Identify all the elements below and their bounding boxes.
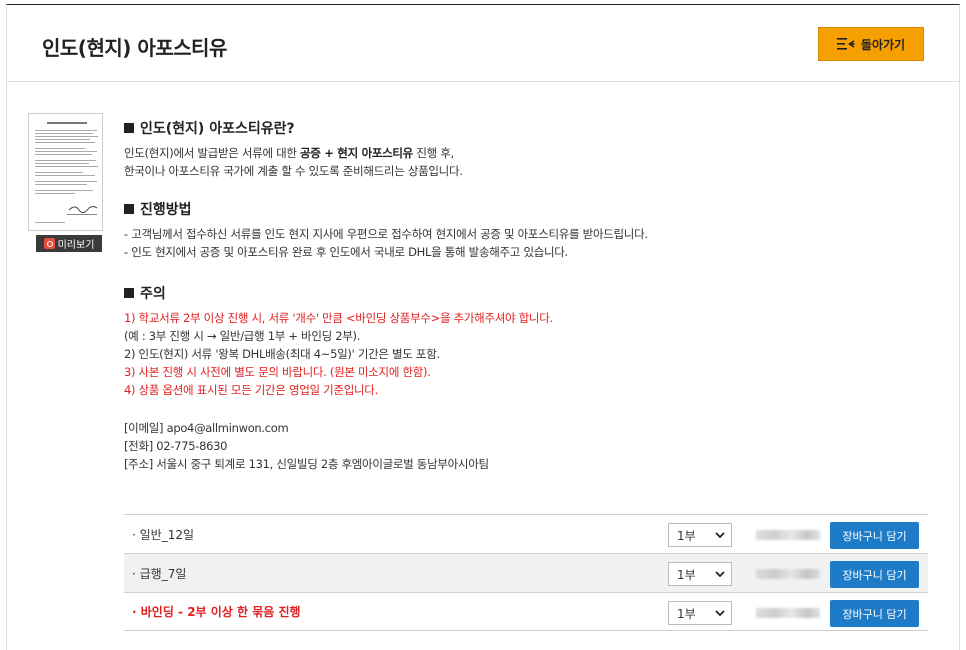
intro-line-1-bold: 공증 + 현지 아포스티유 (300, 146, 413, 160)
process-line-1: - 고객님께서 접수하신 서류를 인도 현지 지사에 우편으로 접수하여 현지에… (124, 227, 648, 241)
price-redacted (756, 569, 820, 579)
product-description: 인도(현지) 아포스티유란? 인도(현지)에서 발급받은 서류에 대한 공증 +… (124, 118, 924, 473)
page-header: 인도(현지) 아포스티유 돌아가기 (7, 5, 959, 82)
intro-line-1-post: 진행 후, (412, 146, 454, 160)
option-list: · 일반_12일 1부 장바구니 담기 · 급행_7일 1부 장바구니 담기 ·… (124, 514, 928, 631)
page-title: 인도(현지) 아포스티유 (42, 36, 227, 60)
caution-line-5: 4) 상품 옵션에 표시된 모든 기간은 영업일 기준입니다. (124, 383, 378, 397)
intro-text: 인도(현지)에서 발급받은 서류에 대한 공증 + 현지 아포스티유 진행 후,… (124, 144, 924, 180)
quantity-select-value: 1부 (677, 528, 696, 543)
price-redacted (756, 608, 820, 618)
section-title-intro: 인도(현지) 아포스티유란? (124, 118, 924, 138)
option-label: · 일반_12일 (132, 527, 195, 542)
caution-line-4: 3) 사본 진행 시 사전에 별도 문의 바랍니다. (원본 미소지에 한함). (124, 365, 431, 379)
preview-button-label: 미리보기 (57, 240, 95, 251)
option-row: · 급행_7일 1부 장바구니 담기 (124, 553, 928, 592)
contact-phone: [전화] 02-775-8630 (124, 439, 228, 453)
section-title-caution-text: 주의 (140, 286, 166, 302)
square-bullet-icon (124, 204, 134, 214)
preview-button[interactable]: 미리보기 (36, 235, 102, 252)
section-title-process: 진행방법 (124, 199, 924, 219)
caution-line-2: (예 : 3부 진행 시 → 일반/급행 1부 + 바인딩 2부). (124, 329, 361, 343)
process-line-2: - 인도 현지에서 공증 및 아포스티유 완료 후 인도에서 국내로 DHL을 … (124, 245, 568, 259)
quantity-select-value: 1부 (677, 567, 696, 582)
section-title-intro-text: 인도(현지) 아포스티유란? (140, 121, 295, 137)
magnifier-icon (43, 238, 55, 249)
add-to-cart-button[interactable]: 장바구니 담기 (830, 561, 919, 588)
section-title-caution: 주의 (124, 283, 924, 303)
chevron-down-icon (715, 571, 725, 577)
chevron-down-icon (715, 610, 725, 616)
square-bullet-icon (124, 123, 134, 133)
section-title-process-text: 진행방법 (140, 202, 192, 218)
option-row: · 바인딩 - 2부 이상 한 묶음 진행 1부 장바구니 담기 (124, 592, 928, 631)
caution-text: 1) 학교서류 2부 이상 진행 시, 서류 '개수' 만큼 <바인딩 상품부수… (124, 309, 924, 399)
intro-line-1: 인도(현지)에서 발급받은 서류에 대한 공증 + 현지 아포스티유 진행 후, (124, 144, 924, 162)
option-label: · 바인딩 - 2부 이상 한 묶음 진행 (132, 605, 301, 619)
square-bullet-icon (124, 288, 134, 298)
caution-line-3: 2) 인도(현지) 서류 '왕복 DHL배송(최대 4~5일)' 기간은 별도 … (124, 347, 440, 361)
quantity-select-value: 1부 (677, 606, 696, 621)
document-thumbnail[interactable] (28, 113, 103, 231)
process-text: - 고객님께서 접수하신 서류를 인도 현지 지사에 우편으로 접수하여 현지에… (124, 225, 924, 261)
quantity-select[interactable]: 1부 (668, 523, 732, 547)
contact-info: [이메일] apo4@allminwon.com [전화] 02-775-863… (124, 419, 924, 473)
add-to-cart-button[interactable]: 장바구니 담기 (830, 600, 919, 627)
back-button[interactable]: 돌아가기 (818, 27, 924, 61)
document-thumbnail-image (29, 114, 102, 230)
contact-address: [주소] 서울시 중구 퇴계로 131, 신일빌딩 2층 후엠아이글로벌 동남부… (124, 457, 489, 471)
intro-line-1-pre: 인도(현지)에서 발급받은 서류에 대한 (124, 146, 300, 160)
caution-line-1: 1) 학교서류 2부 이상 진행 시, 서류 '개수' 만큼 <바인딩 상품부수… (124, 311, 553, 325)
price-redacted (756, 530, 820, 540)
back-button-label: 돌아가기 (860, 37, 906, 52)
quantity-select[interactable]: 1부 (668, 601, 732, 625)
chevron-down-icon (715, 532, 725, 538)
add-to-cart-button[interactable]: 장바구니 담기 (830, 522, 919, 549)
option-label: · 급행_7일 (132, 566, 187, 581)
intro-line-2: 한국이나 아포스티유 국가에 계출 할 수 있도록 준비해드리는 상품입니다. (124, 164, 463, 178)
list-back-icon (836, 38, 855, 50)
contact-email: [이메일] apo4@allminwon.com (124, 421, 289, 435)
quantity-select[interactable]: 1부 (668, 562, 732, 586)
option-row: · 일반_12일 1부 장바구니 담기 (124, 514, 928, 553)
